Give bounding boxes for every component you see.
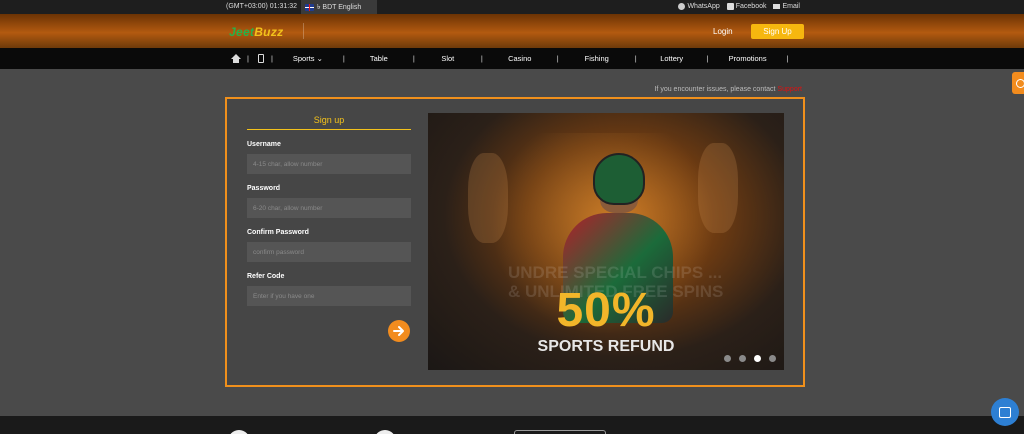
email-link[interactable]: Email [773,3,800,10]
promo-headline: 50% [556,284,656,337]
submit-button[interactable] [388,320,410,342]
nav-item-sports[interactable]: Sports ⌄ [273,54,343,63]
header: JeetBuzz Login Sign Up [0,14,1024,48]
nav-item-promotions[interactable]: Promotions [709,54,787,63]
nav-item-fishing[interactable]: Fishing [559,54,635,63]
phone-support-tab[interactable] [1012,72,1024,94]
whatsapp-link[interactable]: WhatsApp [678,3,720,10]
contact-links: WhatsApp Facebook Email [678,3,800,10]
language-label: ৳ BDT English [317,4,362,11]
top-bar: (GMT+03:00) 01:31:32 ৳ BDT English Whats… [0,0,1024,14]
password-input[interactable] [247,198,411,218]
footer-icon[interactable] [228,430,250,434]
support-link[interactable]: Support [777,86,802,93]
signup-button[interactable]: Sign Up [751,24,804,39]
footer [0,416,1024,434]
facebook-icon [726,3,734,10]
site-logo[interactable]: JeetBuzz [229,25,283,39]
username-label: Username [247,141,281,148]
footer-badge[interactable] [514,430,606,434]
main-nav: | | Sports ⌄ | Table | Slot | Casino | F… [0,48,1024,69]
carousel-dot-active[interactable] [754,355,761,362]
language-selector[interactable]: ৳ BDT English [301,0,377,14]
envelope-icon [773,4,781,9]
background-player-image [698,143,738,233]
divider [303,23,304,39]
nav-item-casino[interactable]: Casino [483,54,557,63]
mobile-icon[interactable] [257,54,264,63]
live-chat-button[interactable] [991,398,1019,426]
promo-carousel[interactable]: UNDRE SPECIAL CHIPS ... & UNLIMITED FREE… [428,113,784,370]
password-label: Password [247,185,281,192]
facebook-link[interactable]: Facebook [726,3,766,10]
refer-code-input[interactable] [247,286,411,306]
signup-panel: Sign up Username Password Confirm Passwo… [225,97,805,387]
login-button[interactable]: Login [713,27,733,36]
chevron-down-icon: ⌄ [316,54,323,63]
footer-icon[interactable] [374,430,396,434]
carousel-dots [724,355,776,362]
nav-separator: | [247,54,249,63]
carousel-dot[interactable] [769,355,776,362]
uk-flag-icon [305,3,314,11]
arrow-right-icon [393,326,404,336]
background-player-image [468,153,508,243]
carousel-dot[interactable] [739,355,746,362]
clock: (GMT+03:00) 01:31:32 [226,3,298,10]
signup-form: Sign up Username Password Confirm Passwo… [247,115,411,306]
form-title: Sign up [247,115,411,130]
confirm-password-label: Confirm Password [247,229,309,236]
nav-item-table[interactable]: Table [345,54,413,63]
promo-subline: SPORTS REFUND [537,338,675,355]
nav-separator: | [786,54,789,63]
username-input[interactable] [247,154,411,174]
nav-item-slot[interactable]: Slot [415,54,481,63]
support-notice: If you encounter issues, please contact … [654,86,802,93]
whatsapp-icon [678,3,686,10]
confirm-password-input[interactable] [247,242,411,262]
refer-code-label: Refer Code [247,273,285,280]
nav-item-lottery[interactable]: Lottery [637,54,707,63]
carousel-dot[interactable] [724,355,731,362]
home-icon[interactable] [231,53,241,64]
